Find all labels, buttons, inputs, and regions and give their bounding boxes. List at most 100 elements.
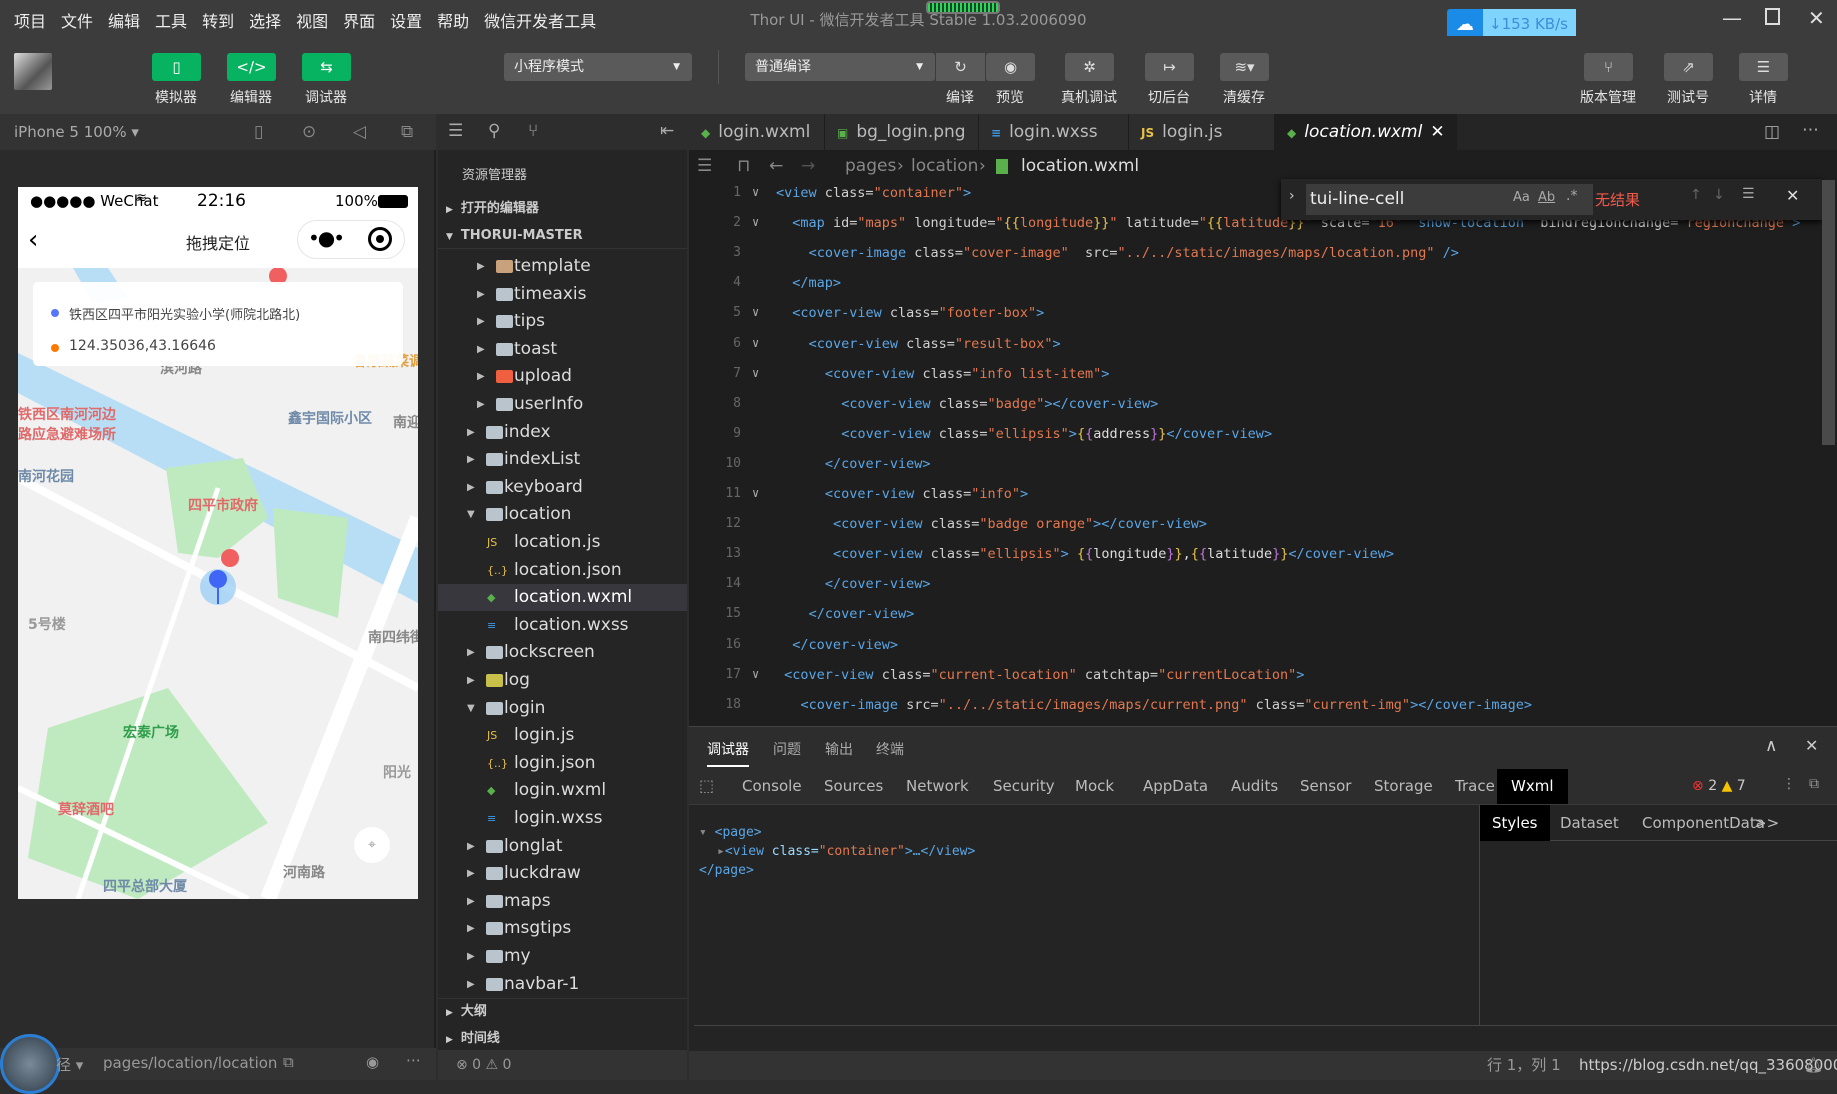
tree-item-navbar-1[interactable]: ▶ navbar-1	[438, 971, 687, 998]
outline-section[interactable]: ▶ 大纲	[438, 998, 687, 1024]
devtools-tab-appdata[interactable]: AppData	[1135, 769, 1216, 804]
code-line[interactable]: </cover-view>	[792, 637, 898, 653]
editor-toggle[interactable]: </>	[227, 53, 276, 81]
regex-icon[interactable]: .*	[1566, 188, 1577, 204]
tree-item-keyboard[interactable]: ▶ keyboard	[438, 474, 687, 501]
find-in-selection-icon[interactable]: ☰	[1742, 186, 1755, 202]
collapse-icon[interactable]: ⇤	[660, 121, 674, 141]
tree-item-location-wxss[interactable]: ≡ location.wxss	[438, 612, 687, 639]
devtools-tab-console[interactable]: Console	[734, 769, 810, 804]
cursor-position[interactable]: 行 1，列 1	[1487, 1051, 1561, 1080]
close-find-icon[interactable]: ✕	[1786, 186, 1799, 205]
phone-icon[interactable]: ▯	[254, 122, 263, 142]
issue-counts[interactable]: ⊗ 2 ▲ 7	[1692, 778, 1746, 794]
bell-icon[interactable]: 🔔︎	[1804, 1051, 1823, 1080]
tree-item-msgtips[interactable]: ▶ msgtips	[438, 915, 687, 942]
problems-count[interactable]: ⊗ 0 ⚠ 0	[438, 1050, 687, 1080]
panel-tab-2[interactable]: 输出	[825, 739, 853, 759]
tree-item-userInfo[interactable]: ▶ userInfo	[438, 391, 687, 418]
maximize-panel-icon[interactable]: ∧	[1765, 736, 1777, 756]
timeline-section[interactable]: ▶ 时间线	[438, 1026, 687, 1052]
list-icon[interactable]: ☰	[448, 121, 463, 141]
open-editors-section[interactable]: ▶ 打开的编辑器	[438, 196, 687, 222]
code-line[interactable]: </cover-view>	[825, 456, 931, 472]
bookmark-icon[interactable]: ⊓	[737, 150, 750, 182]
device-select[interactable]: iPhone 5 100% ▾	[14, 123, 139, 141]
path-prefix[interactable]: 径 ▾	[56, 1054, 83, 1075]
tree-item-upload[interactable]: ▶ upload	[438, 363, 687, 390]
code-line[interactable]: <cover-image class="cover-image" src="..…	[809, 245, 1459, 261]
code-line[interactable]: <cover-view class="badge"></cover-view>	[841, 396, 1158, 412]
tree-node-page[interactable]: ▾ <page>	[699, 823, 975, 842]
panel-tab-1[interactable]: 问题	[773, 739, 801, 759]
devtools-tab-security[interactable]: Security	[985, 769, 1063, 804]
close-panel-icon[interactable]: ✕	[1805, 736, 1818, 755]
tree-item-login[interactable]: ▼ login	[438, 695, 687, 722]
stop-icon[interactable]: ⊙	[302, 122, 316, 142]
remote-debug-button[interactable]: ✲	[1065, 53, 1114, 81]
popout-icon[interactable]: ⧉	[401, 122, 413, 142]
more-icon[interactable]: ⋯	[1802, 120, 1819, 140]
copy-icon[interactable]: ⧉	[283, 1053, 294, 1071]
maximize-button[interactable]	[1765, 8, 1780, 25]
breadcrumb-item[interactable]: pages	[845, 150, 896, 182]
tree-item-toast[interactable]: ▶ toast	[438, 336, 687, 363]
eye-icon[interactable]: ◉	[366, 1053, 379, 1071]
tree-item-longlat[interactable]: ▶ longlat	[438, 833, 687, 860]
tree-item-location-js[interactable]: JS location.js	[438, 529, 687, 556]
tree-item-luckdraw[interactable]: ▶ luckdraw	[438, 860, 687, 887]
tree-item-timeaxis[interactable]: ▶ timeaxis	[438, 281, 687, 308]
more-icon[interactable]: ⋯	[406, 1051, 421, 1069]
panel-tab-3[interactable]: 终端	[876, 739, 904, 759]
tab-login-wxss[interactable]: ≡ login.wxss	[979, 114, 1129, 150]
devtools-tab-sources[interactable]: Sources	[816, 769, 891, 804]
code-line[interactable]: <cover-view class="badge orange"></cover…	[833, 516, 1207, 532]
mode-select[interactable]: 小程序模式 ▼	[504, 53, 692, 81]
details-button[interactable]: ☰	[1739, 53, 1788, 81]
editor-scrollbar[interactable]	[1822, 180, 1835, 445]
tree-item-template[interactable]: ▶ template	[438, 253, 687, 280]
devtools-tab-sensor[interactable]: Sensor	[1292, 769, 1359, 804]
tree-item-lockscreen[interactable]: ▶ lockscreen	[438, 639, 687, 666]
fold-chevron-icon[interactable]: ∨	[752, 215, 759, 229]
tab-login-js[interactable]: JS login.js	[1129, 114, 1275, 150]
compile-mode-select[interactable]: 普通编译 ▼	[745, 53, 935, 81]
tab-bg_login-png[interactable]: ▣ bg_login.png	[825, 114, 979, 150]
background-button[interactable]: ↦	[1145, 53, 1194, 81]
code-line[interactable]: <view class="container">	[776, 185, 971, 201]
code-line[interactable]: <cover-image src="../../static/images/ma…	[800, 697, 1532, 713]
code-line[interactable]: <cover-view class="info">	[825, 486, 1028, 502]
undock-icon[interactable]: ⧉	[1809, 776, 1819, 792]
tab-login-wxml[interactable]: ◆ login.wxml	[689, 114, 825, 150]
code-line[interactable]: <cover-view class="ellipsis"> {{longitud…	[833, 546, 1394, 562]
devtools-tab-wxml[interactable]: Wxml	[1497, 769, 1568, 804]
project-section[interactable]: ▼ THORUI-MASTER	[438, 223, 687, 249]
tree-item-location[interactable]: ▼ location	[438, 501, 687, 528]
close-tab-icon[interactable]: ✕	[1430, 122, 1444, 142]
panel-tab-0[interactable]: 调试器	[707, 739, 749, 767]
code-line[interactable]: </map>	[792, 275, 841, 291]
more-icon[interactable]: •●•	[308, 226, 345, 250]
match-case-icon[interactable]: Aa	[1513, 190, 1530, 205]
tree-node-view[interactable]: ▸<view class="container">…</view>	[699, 842, 975, 861]
tree-item-log[interactable]: ▶ log	[438, 667, 687, 694]
fold-chevron-icon[interactable]: ∨	[752, 366, 759, 380]
code-line[interactable]: <cover-view class="current-location" cat…	[784, 667, 1304, 683]
close-window-button[interactable]: ✕	[1808, 6, 1825, 30]
branch-icon[interactable]: ⑂	[528, 121, 538, 141]
inspect-icon[interactable]: ⬚	[699, 776, 714, 795]
fold-chevron-icon[interactable]: ∨	[752, 185, 759, 199]
tree-item-location-json[interactable]: {..} location.json	[438, 557, 687, 584]
fold-chevron-icon[interactable]: ∨	[752, 305, 759, 319]
fold-chevron-icon[interactable]: ∨	[752, 667, 759, 681]
test-account-button[interactable]: ⇗	[1664, 53, 1713, 81]
minimize-button[interactable]: —	[1722, 6, 1742, 30]
tree-item-maps[interactable]: ▶ maps	[438, 888, 687, 915]
preview-button[interactable]: ◉	[986, 53, 1035, 81]
code-line[interactable]: </cover-view>	[825, 576, 931, 592]
volume-icon[interactable]: ◁	[353, 122, 366, 142]
devtools-tab-network[interactable]: Network	[898, 769, 977, 804]
devtools-tab-storage[interactable]: Storage	[1366, 769, 1441, 804]
list-icon[interactable]: ☰	[697, 150, 712, 182]
compile-button[interactable]: ↻	[936, 53, 985, 81]
